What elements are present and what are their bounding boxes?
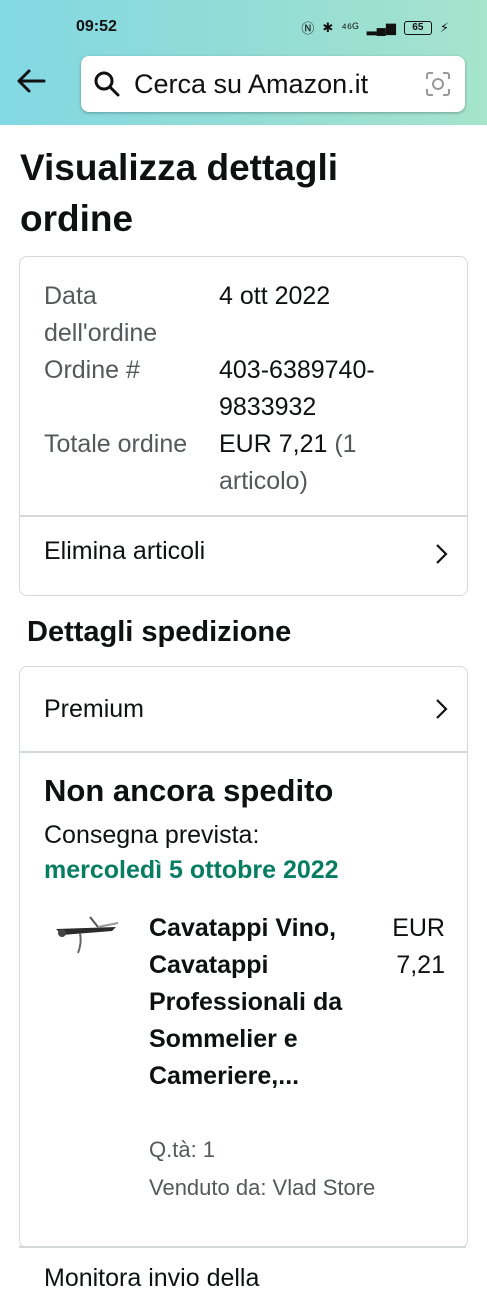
order-number-label: Ordine #	[44, 356, 140, 384]
camera-scan-icon[interactable]	[425, 71, 451, 97]
search-placeholder: Cerca su Amazon.it	[134, 69, 369, 99]
product-price: EUR 7,21	[392, 914, 445, 979]
order-total-value: EUR 7,21 (1 articolo)	[219, 426, 439, 500]
page-title: Visualizza dettagli ordine	[20, 147, 339, 239]
shipment-status: Non ancora spedito	[44, 773, 334, 808]
shipping-service-link[interactable]: Premium	[44, 695, 144, 724]
remove-items-link[interactable]: Elimina articoli	[44, 537, 205, 566]
chevron-right-icon[interactable]	[433, 697, 449, 721]
order-number-value: 403-6389740-9833932	[219, 356, 375, 421]
order-summary-card: Data dell'ordine 4 ott 2022 Ordine # 403…	[19, 256, 468, 596]
delivery-label: Consegna prevista:	[44, 821, 260, 849]
shipping-heading: Dettagli spedizione	[27, 616, 292, 648]
nfc-icon: Ⓝ	[301, 21, 315, 36]
product-quantity: Q.tà: 1	[149, 1137, 216, 1162]
signal-icon: ⁴⁶ᴳ	[341, 20, 359, 35]
delivery-date: mercoledì 5 ottobre 2022	[44, 856, 339, 884]
search-input[interactable]: Cerca su Amazon.it	[81, 56, 465, 112]
back-arrow-icon[interactable]	[14, 64, 48, 98]
divider	[19, 1246, 466, 1248]
divider	[20, 515, 467, 517]
chevron-right-icon[interactable]	[433, 542, 449, 566]
bars-icon: ▂▄▆	[366, 19, 396, 35]
status-icons: Ⓝ ✱ ⁴⁶ᴳ ▂▄▆ 65 ⚡	[301, 18, 449, 37]
battery-icon: 65	[403, 20, 432, 35]
track-package-link[interactable]: Monitora invio della	[44, 1264, 259, 1293]
order-date-value: 4 ott 2022	[219, 282, 331, 310]
product-seller: Venduto da: Vlad Store	[149, 1175, 376, 1200]
search-icon	[94, 71, 120, 97]
charging-icon: ⚡	[439, 19, 449, 35]
clock: 09:52	[76, 18, 117, 35]
divider	[20, 751, 467, 753]
top-bar: 09:52 Ⓝ ✱ ⁴⁶ᴳ ▂▄▆ 65 ⚡ Cerca su Amazon.i…	[0, 0, 487, 125]
shipment-card: Premium Non ancora spedito Consegna prev…	[19, 666, 468, 1248]
product-thumbnail[interactable]	[52, 909, 122, 965]
order-date-label: Data dell'ordine	[44, 282, 158, 347]
product-title-link[interactable]: Cavatappi Vino, Cavatappi Professionali …	[149, 910, 349, 1095]
status-bar: 09:52 Ⓝ ✱ ⁴⁶ᴳ ▂▄▆ 65 ⚡	[0, 18, 487, 40]
order-total-label: Totale ordine	[44, 430, 188, 458]
order-total-amount: EUR 7,21	[219, 430, 328, 458]
bluetooth-icon: ✱	[322, 19, 334, 35]
